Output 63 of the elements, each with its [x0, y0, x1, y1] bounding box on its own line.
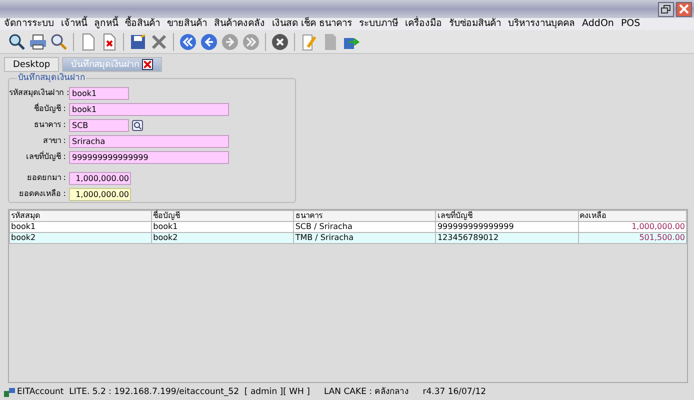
stop-button[interactable]	[271, 32, 289, 50]
zoom-button[interactable]	[8, 32, 26, 50]
input-field[interactable]: SCB	[69, 118, 129, 132]
input-field[interactable]: 1,000,000.00	[69, 188, 131, 200]
field-label: สาขา :	[42, 135, 67, 147]
close-icon	[679, 4, 689, 14]
menu-item[interactable]: ขายสินค้า	[167, 18, 207, 30]
table-cell: TMB / Sriracha	[294, 232, 436, 244]
pencil-button[interactable]	[300, 32, 318, 50]
restore-button[interactable]	[658, 2, 674, 16]
close-button[interactable]	[150, 32, 168, 50]
printer-button[interactable]	[29, 32, 47, 50]
column-header[interactable]: ชื่อบัญชี	[152, 210, 294, 222]
table-cell: 501,500.00	[578, 232, 686, 244]
menu-item[interactable]: เงินสด เช็ค ธนาคาร	[272, 18, 352, 30]
menu-item[interactable]: ซื้อสินค้า	[125, 18, 160, 30]
status-text: LAN CAKE : คลังกลาง	[324, 386, 409, 398]
table-cell: book2	[10, 232, 152, 244]
field-label: เลขที่บัญชี :	[24, 151, 67, 163]
tab[interactable]: Desktop	[4, 57, 60, 72]
lookup-button[interactable]	[132, 120, 143, 130]
table-cell: SCB / Sriracha	[294, 222, 436, 232]
close-button[interactable]	[676, 2, 692, 16]
restore-icon	[661, 4, 671, 14]
menu-item[interactable]: ระบบภาษี	[359, 18, 398, 30]
menu-item[interactable]: เครื่องมือ	[405, 18, 442, 30]
field-label: ชื่อบัญชี :	[32, 103, 67, 115]
double-left-arrow-button[interactable]	[179, 32, 197, 50]
menu-item[interactable]: รับซ่อมสินค้า	[449, 18, 502, 30]
table-cell: book1	[152, 222, 294, 232]
table-cell: 1,000,000.00	[578, 222, 686, 232]
column-header[interactable]: เลขที่บัญชี	[436, 210, 578, 222]
field-label: ยอดคงเหลือ :	[18, 188, 67, 200]
table-cell: book2	[152, 232, 294, 244]
save-button[interactable]	[129, 32, 147, 50]
field-label: ธนาคาร :	[32, 119, 67, 131]
status-text: EITAccount LITE. 5.2 : 192.168.7.199/eitaccount_52 [ admin ][ WH ]	[17, 386, 310, 398]
table-cell: 123456789012	[436, 232, 578, 244]
input-field[interactable]: 999999999999999	[69, 150, 229, 164]
input-field[interactable]: Sriracha	[69, 134, 229, 148]
column-header[interactable]: คงเหลือ	[578, 210, 686, 222]
column-header[interactable]: รหัสสมุด	[10, 210, 152, 222]
menu-item[interactable]: สินค้าคงคลัง	[214, 18, 265, 30]
status-text: r4.37 16/07/12	[422, 386, 486, 398]
left-arrow-button[interactable]	[200, 32, 218, 50]
menu-item[interactable]: เจ้าหนี้	[61, 18, 87, 30]
menu-item[interactable]: ลูกหนี้	[94, 18, 118, 30]
group-title: บันทึกสมุดเงินฝาก	[17, 73, 86, 84]
table-cell: book1	[10, 222, 152, 232]
column-header[interactable]: ธนาคาร	[294, 210, 436, 222]
search-button[interactable]	[50, 32, 68, 50]
close-tab-button[interactable]	[142, 59, 154, 70]
field-label: รหัสสมุดเงินฝาก :	[9, 87, 69, 99]
menu-item[interactable]: AddOn	[582, 18, 614, 30]
input-field[interactable]: book1	[69, 102, 229, 116]
app-icon	[4, 387, 15, 397]
menu-item[interactable]: POS	[620, 18, 640, 30]
field-label: ยอดยกมา :	[26, 172, 67, 184]
menu-item[interactable]: จัดการระบบ	[4, 18, 54, 30]
table-cell: 999999999999999	[436, 222, 578, 232]
menu-item[interactable]: บริหารงานบุคคล	[508, 18, 576, 30]
input-field[interactable]: 1,000,000.00	[69, 172, 131, 184]
input-field[interactable]: book1	[69, 86, 129, 100]
